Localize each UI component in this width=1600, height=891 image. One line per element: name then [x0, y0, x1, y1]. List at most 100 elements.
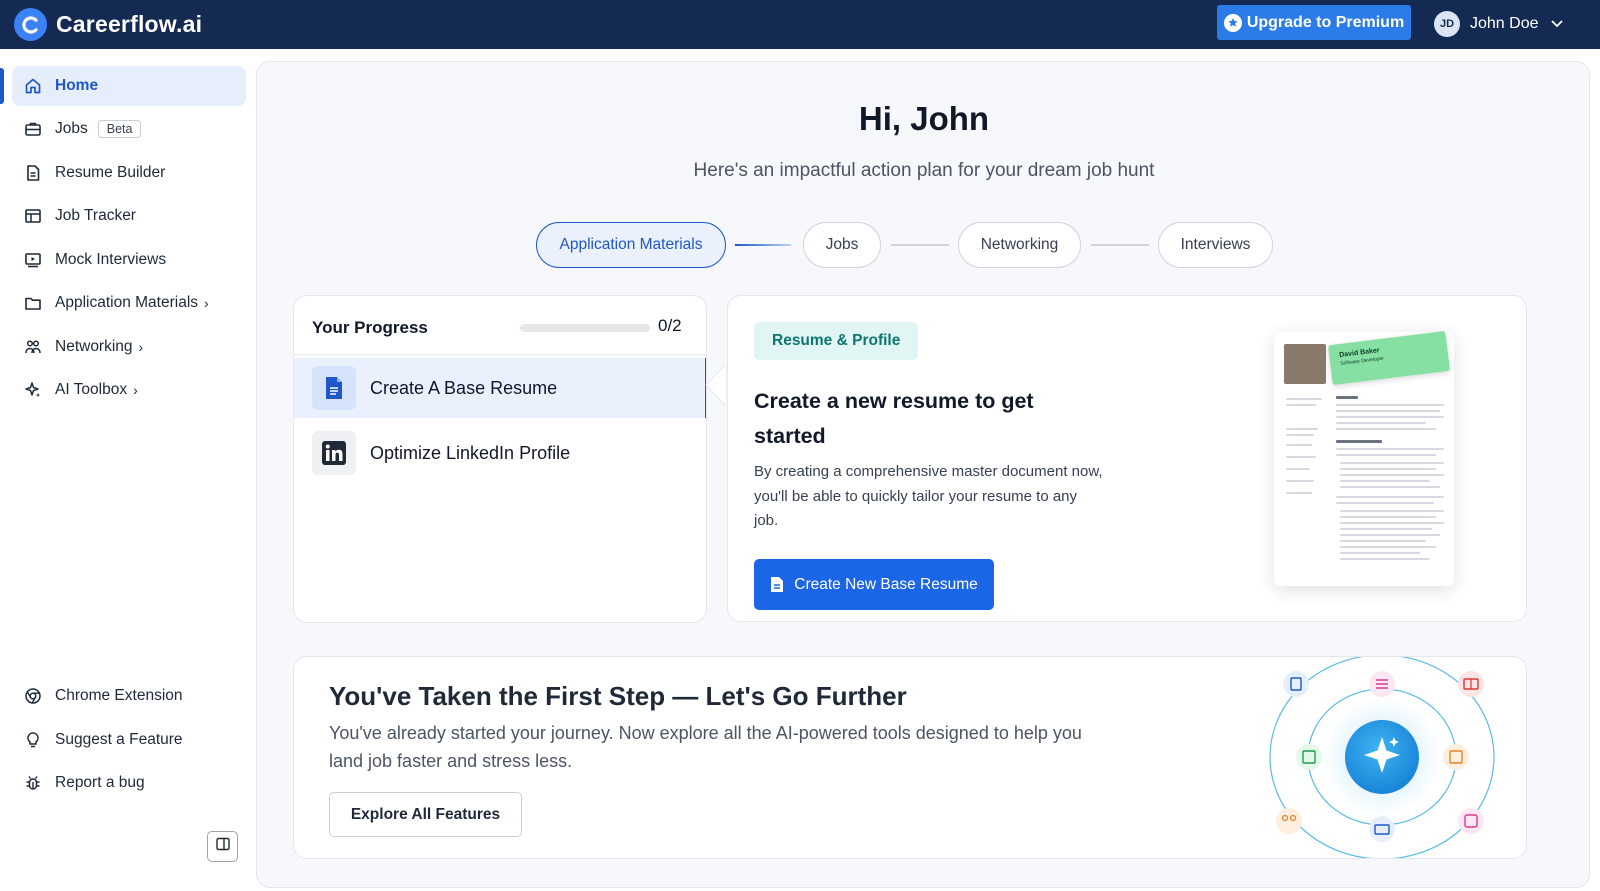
- preview-heading: [1336, 440, 1382, 443]
- sidebar-item-chrome-extension[interactable]: Chrome Extension: [12, 676, 246, 716]
- task-label: Optimize LinkedIn Profile: [370, 442, 571, 463]
- preview-line: [1340, 528, 1432, 530]
- task-optimize-linkedin[interactable]: Optimize LinkedIn Profile: [294, 423, 706, 483]
- explore-title: You've Taken the First Step — Let's Go F…: [329, 681, 907, 711]
- upgrade-premium-button[interactable]: Upgrade to Premium: [1217, 5, 1411, 40]
- step-connector: [891, 244, 949, 246]
- sidebar-item-networking[interactable]: Networking ›: [12, 327, 246, 367]
- feature-node-book: [1458, 671, 1484, 697]
- folder-icon: [23, 293, 43, 313]
- preview-line: [1336, 448, 1444, 450]
- sidebar: Home Jobs Beta Resume Builder Job Tracke…: [0, 49, 256, 891]
- home-icon: [23, 76, 43, 96]
- chevron-down-icon: [1550, 15, 1563, 33]
- avatar: JD: [1434, 11, 1460, 37]
- page-title: Hi, John: [858, 100, 990, 137]
- sidebar-item-label: Resume Builder: [55, 164, 166, 181]
- task-create-base-resume[interactable]: Create A Base Resume: [294, 358, 706, 418]
- preview-line: [1286, 428, 1318, 430]
- user-name: John Doe: [1470, 15, 1539, 32]
- sidebar-item-job-tracker[interactable]: Job Tracker: [12, 196, 246, 236]
- sidebar-item-label: Job Tracker: [55, 207, 136, 224]
- document-icon: [770, 576, 784, 593]
- preview-line: [1336, 422, 1426, 424]
- sidebar-item-ai-toolbox[interactable]: AI Toolbox ›: [12, 370, 246, 410]
- step-application-materials[interactable]: Application Materials: [536, 222, 726, 268]
- preview-line: [1336, 454, 1436, 456]
- sidebar-item-label: Report a bug: [55, 774, 145, 791]
- lightbulb-icon: [23, 730, 43, 750]
- sidebar-item-resume-builder[interactable]: Resume Builder: [12, 153, 246, 193]
- preview-line: [1340, 558, 1430, 560]
- features-orbit-illustration: [1269, 657, 1495, 858]
- preview-line: [1340, 546, 1436, 548]
- upgrade-label: Upgrade to Premium: [1246, 13, 1405, 31]
- document-icon: [312, 366, 356, 410]
- preview-line: [1336, 428, 1436, 430]
- preview-line: [1340, 474, 1444, 476]
- preview-line: [1340, 552, 1420, 554]
- step-networking[interactable]: Networking: [958, 222, 1081, 268]
- sidebar-item-label: Home: [55, 77, 99, 94]
- preview-line: [1336, 496, 1444, 498]
- user-menu[interactable]: JD John Doe: [1434, 9, 1563, 39]
- chevron-right-icon: ›: [133, 382, 138, 398]
- progress-count: 0/2: [658, 316, 682, 335]
- sidebar-item-label: AI Toolbox: [55, 381, 128, 398]
- preview-line: [1340, 534, 1440, 536]
- divider: [294, 354, 706, 355]
- sidebar-item-jobs[interactable]: Jobs Beta: [12, 109, 246, 149]
- task-label: Create A Base Resume: [370, 377, 558, 398]
- sidebar-item-application-materials[interactable]: Application Materials ›: [12, 283, 246, 323]
- preview-line: [1286, 444, 1312, 446]
- preview-line: [1340, 486, 1440, 488]
- feature-node-contact: [1296, 744, 1322, 770]
- sidebar-item-report-bug[interactable]: Report a bug: [12, 763, 246, 803]
- preview-line: [1286, 404, 1316, 406]
- resume-preview-image: David Baker Software Developer: [1274, 330, 1454, 586]
- sidebar-item-mock-interviews[interactable]: Mock Interviews: [12, 240, 246, 280]
- feature-node-note: [1458, 808, 1484, 834]
- careerflow-logo-icon: [14, 8, 47, 41]
- preview-line: [1286, 492, 1312, 494]
- preview-line: [1286, 434, 1314, 436]
- card-description: By creating a comprehensive master docum…: [754, 463, 1103, 529]
- preview-line: [1340, 510, 1444, 512]
- step-jobs[interactable]: Jobs: [803, 222, 881, 268]
- people-icon: [23, 337, 43, 357]
- step-label: Application Materials: [559, 236, 703, 253]
- linkedin-icon: [312, 431, 356, 475]
- sparkle-icon: [23, 380, 43, 400]
- sidebar-item-suggest-feature[interactable]: Suggest a Feature: [12, 720, 246, 760]
- sidebar-item-home[interactable]: Home: [12, 66, 246, 106]
- sidebar-toggle-icon: [215, 837, 230, 856]
- profile-photo: [1284, 344, 1326, 384]
- sidebar-item-label: Suggest a Feature: [55, 731, 183, 748]
- sidebar-item-label: Chrome Extension: [55, 687, 183, 704]
- create-base-resume-button[interactable]: Create New Base Resume: [754, 559, 994, 610]
- brand-logo[interactable]: Careerflow.ai: [14, 8, 202, 41]
- step-connector: [735, 244, 791, 246]
- progress-bar: [520, 324, 650, 332]
- feature-node-briefcase: [1369, 816, 1395, 842]
- preview-line: [1340, 516, 1436, 518]
- sidebar-item-label: Mock Interviews: [55, 251, 167, 268]
- feature-node-people: [1276, 808, 1302, 834]
- preview-line: [1286, 456, 1316, 458]
- preview-line: [1340, 480, 1430, 482]
- preview-line: [1286, 468, 1310, 470]
- active-indicator: [0, 68, 4, 104]
- preview-line: [1336, 502, 1434, 504]
- sidebar-item-label: Networking: [55, 338, 133, 355]
- step-label: Networking: [980, 236, 1059, 253]
- explore-card: You've Taken the First Step — Let's Go F…: [293, 656, 1527, 859]
- sidebar-item-label: Jobs: [55, 120, 88, 137]
- resume-card: Resume & Profile Create a new resume to …: [727, 295, 1527, 622]
- step-interviews[interactable]: Interviews: [1158, 222, 1273, 268]
- button-label: Create New Base Resume: [794, 575, 978, 593]
- explore-description: You've already started your journey. Now…: [329, 723, 1082, 771]
- explore-all-features-button[interactable]: Explore All Features: [329, 792, 522, 837]
- page-subtitle: Here's an impactful action plan for your…: [693, 160, 1155, 181]
- step-label: Jobs: [825, 236, 859, 253]
- collapse-sidebar-button[interactable]: [207, 831, 238, 862]
